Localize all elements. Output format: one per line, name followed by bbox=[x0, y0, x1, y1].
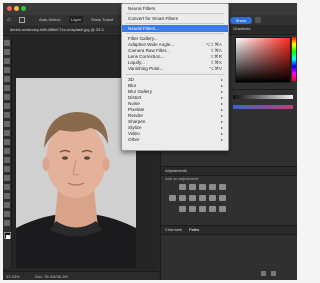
brush-tool[interactable] bbox=[4, 112, 10, 118]
color-picker-field[interactable] bbox=[235, 37, 291, 83]
adjustments-tabbar: Adjustments bbox=[161, 166, 297, 176]
gradients-tab[interactable]: Gradients bbox=[233, 26, 250, 32]
type-tool[interactable] bbox=[4, 184, 10, 190]
channels-tab[interactable]: Channels bbox=[165, 227, 182, 233]
color-balance-icon[interactable] bbox=[179, 195, 186, 201]
channels-tabbar: Channels Paths bbox=[161, 225, 297, 235]
status-bar: 33.33% Doc: 35.2M/35.2M bbox=[3, 271, 158, 280]
blur-tool[interactable] bbox=[4, 157, 10, 163]
zoom-window-button[interactable] bbox=[21, 6, 26, 11]
layer-select[interactable]: Layer bbox=[69, 16, 84, 23]
minimize-window-button[interactable] bbox=[14, 6, 19, 11]
menu-separator bbox=[126, 13, 224, 14]
move-tool-icon[interactable] bbox=[19, 17, 25, 23]
frame-tool[interactable] bbox=[4, 85, 10, 91]
black-white-icon[interactable] bbox=[189, 195, 196, 201]
healing-brush-tool[interactable] bbox=[4, 103, 10, 109]
panel-divider bbox=[231, 89, 295, 90]
trash-icon[interactable] bbox=[271, 271, 276, 276]
color-lookup-icon[interactable] bbox=[219, 195, 226, 201]
menu-item-neural-filters-last[interactable]: Neural Filters bbox=[122, 5, 228, 12]
hue-slider[interactable] bbox=[292, 37, 296, 81]
menu-separator bbox=[126, 74, 224, 75]
path-select-tool[interactable] bbox=[4, 193, 10, 199]
hand-tool[interactable] bbox=[4, 211, 10, 217]
threshold-icon[interactable] bbox=[199, 206, 206, 212]
zoom-tool[interactable] bbox=[4, 220, 10, 226]
dodge-tool[interactable] bbox=[4, 166, 10, 172]
eyedropper-tool[interactable] bbox=[4, 94, 10, 100]
paths-tab[interactable]: Paths bbox=[189, 227, 199, 233]
eraser-tool[interactable] bbox=[4, 139, 10, 145]
levels-icon[interactable] bbox=[189, 184, 196, 190]
background-color-swatch[interactable] bbox=[6, 235, 10, 239]
crop-tool[interactable] bbox=[4, 76, 10, 82]
selective-color-icon[interactable] bbox=[219, 206, 226, 212]
auto-select-label[interactable]: Auto-Select: bbox=[39, 16, 61, 23]
marquee-tool[interactable] bbox=[4, 49, 10, 55]
portrait-photo bbox=[16, 78, 136, 268]
add-adjustment-label: Add an adjustment bbox=[165, 176, 199, 181]
gradient-map-icon[interactable] bbox=[209, 206, 216, 212]
pen-tool[interactable] bbox=[4, 175, 10, 181]
zoom-level[interactable]: 33.33% bbox=[6, 272, 20, 280]
photoshop-window: ⌂ Auto-Select: Layer Show Transf Share d… bbox=[3, 3, 297, 280]
channel-mixer-icon[interactable] bbox=[209, 195, 216, 201]
share-button[interactable]: Share bbox=[230, 17, 252, 24]
photo-filter-icon[interactable] bbox=[199, 195, 206, 201]
curves-icon[interactable] bbox=[199, 184, 206, 190]
gradient-swatch[interactable] bbox=[233, 95, 293, 99]
home-icon[interactable]: ⌂ bbox=[7, 16, 15, 24]
shape-tool[interactable] bbox=[4, 202, 10, 208]
menu-item-other[interactable]: Other ▸ bbox=[122, 136, 228, 143]
adjustment-icons-grid bbox=[165, 184, 245, 218]
posterize-icon[interactable] bbox=[189, 206, 196, 212]
history-brush-tool[interactable] bbox=[4, 130, 10, 136]
hue-saturation-icon[interactable] bbox=[169, 195, 176, 201]
gradient-swatch[interactable] bbox=[233, 105, 293, 109]
filter-menu: Neural Filters Convert for Smart Filters… bbox=[121, 3, 229, 151]
lasso-tool[interactable] bbox=[4, 58, 10, 64]
gear-icon[interactable] bbox=[255, 17, 261, 23]
new-path-icon[interactable] bbox=[261, 271, 266, 276]
close-window-button[interactable] bbox=[7, 6, 12, 11]
chevron-right-icon: ▸ bbox=[220, 137, 223, 142]
menu-item-convert-smart-filters[interactable]: Convert for Smart Filters bbox=[122, 15, 228, 22]
gradient-tool[interactable] bbox=[4, 148, 10, 154]
clone-stamp-tool[interactable] bbox=[4, 121, 10, 127]
menu-separator bbox=[126, 23, 224, 24]
exposure-icon[interactable] bbox=[209, 184, 216, 190]
move-tool[interactable] bbox=[4, 40, 10, 46]
object-select-tool[interactable] bbox=[4, 67, 10, 73]
invert-icon[interactable] bbox=[179, 206, 186, 212]
menu-item-neural-filters[interactable]: Neural Filters... bbox=[122, 25, 228, 32]
tools-panel bbox=[3, 36, 12, 268]
photo-image bbox=[16, 78, 136, 268]
adjustments-tab[interactable]: Adjustments bbox=[165, 168, 187, 174]
menu-item-vanishing-point[interactable]: Vanishing Point... ⌥⌘V bbox=[122, 65, 228, 72]
brightness-icon[interactable] bbox=[179, 184, 186, 190]
vibrance-icon[interactable] bbox=[219, 184, 226, 190]
show-transform-checkbox[interactable]: Show Transf bbox=[91, 16, 113, 23]
menu-separator bbox=[126, 33, 224, 34]
document-size: Doc: 35.2M/35.2M bbox=[35, 274, 68, 279]
document-tab-title: derick-mckinney-k8fr-8BihKT4o-unsplash.j… bbox=[10, 27, 104, 32]
